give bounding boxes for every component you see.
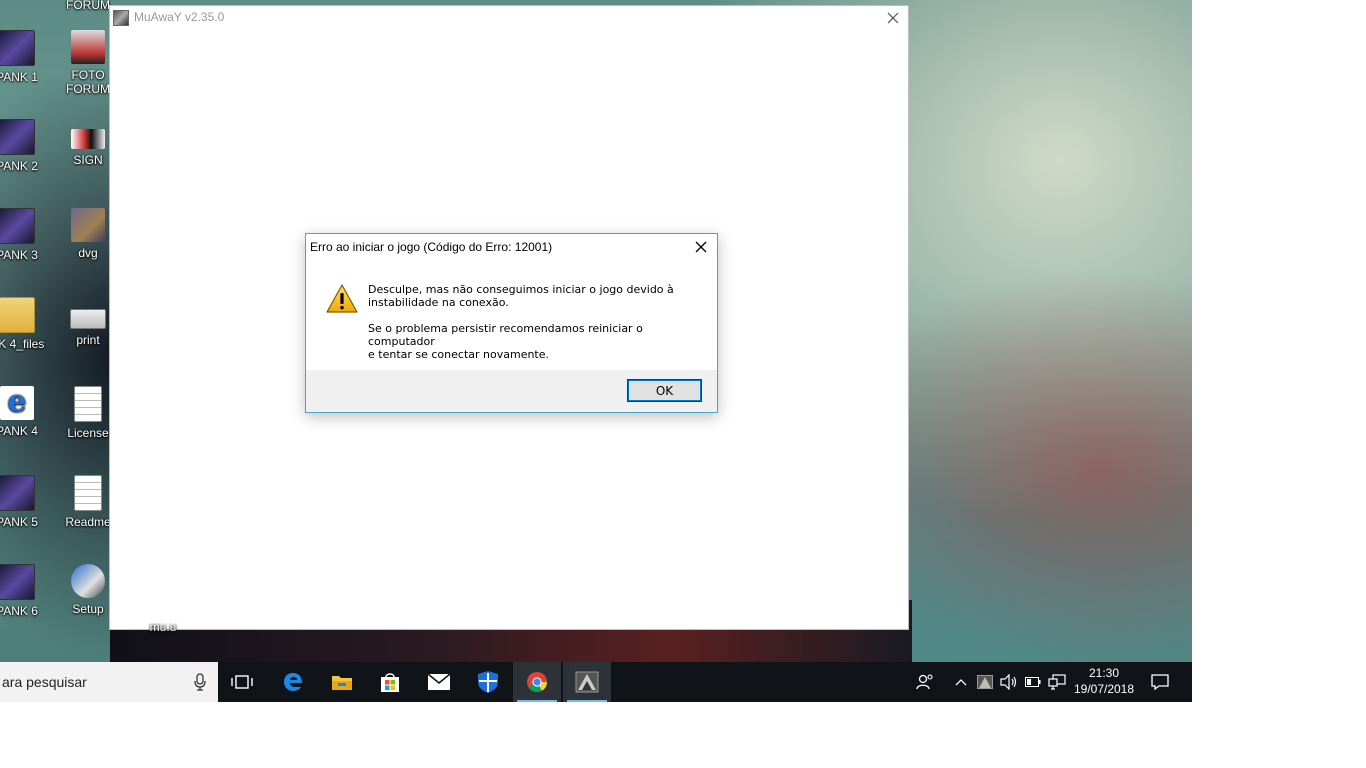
taskbar-chrome-button[interactable] bbox=[513, 662, 561, 702]
setup-installer-icon bbox=[71, 564, 105, 598]
taskbar-edge-button[interactable] bbox=[269, 662, 317, 702]
game-shortcut-icon bbox=[0, 564, 35, 600]
desktop-icon-label: FOTO FORUM bbox=[66, 68, 110, 96]
desktop-icon-label: dvg bbox=[78, 246, 98, 260]
desktop-icon-mu[interactable]: mu.u bbox=[124, 620, 202, 634]
dialog-message-primary: Desculpe, mas não conseguimos iniciar o … bbox=[368, 283, 698, 309]
tray-people-button[interactable] bbox=[910, 662, 940, 702]
text-document-icon bbox=[74, 386, 102, 422]
dialog-body: Desculpe, mas não conseguimos iniciar o … bbox=[306, 260, 717, 370]
desktop-icon-label: Readme bbox=[65, 515, 111, 529]
desktop-icon-label: NK 4_files bbox=[0, 337, 45, 351]
message-line: instabilidade na conexão. bbox=[368, 296, 509, 309]
edge-icon: e bbox=[0, 386, 34, 420]
game-shortcut-icon bbox=[0, 30, 35, 66]
task-view-button[interactable] bbox=[218, 662, 266, 702]
desktop-icon-label: SIGN bbox=[73, 153, 103, 167]
clock-time: 21:30 bbox=[1088, 666, 1120, 680]
taskbar-search-box[interactable]: ara pesquisar bbox=[0, 662, 218, 702]
desktop-icon-label: PANK 2 bbox=[0, 159, 38, 173]
app-logo-icon bbox=[113, 10, 129, 26]
taskbar-defender-button[interactable] bbox=[464, 662, 512, 702]
active-indicator bbox=[567, 700, 607, 702]
store-bag-icon bbox=[381, 673, 399, 692]
desktop-icon-label: print bbox=[76, 333, 100, 347]
message-line: e tentar se conectar novamente. bbox=[368, 348, 550, 361]
desktop-icon-label: PANK 5 bbox=[0, 515, 38, 529]
battery-icon bbox=[1025, 677, 1041, 687]
window-titlebar[interactable]: MuAwaY v2.35.0 bbox=[110, 6, 908, 30]
dialog-titlebar[interactable]: Erro ao iniciar o jogo (Código do Erro: … bbox=[306, 234, 717, 260]
desktop-icon-label: PANK 6 bbox=[0, 604, 38, 618]
desktop-icon-pank2[interactable]: PANK 2 bbox=[0, 119, 56, 173]
desktop-icon-label: PANK 4 bbox=[0, 424, 38, 438]
desktop-icon-pank1[interactable]: PANK 1 bbox=[0, 30, 56, 84]
taskbar-store-button[interactable] bbox=[366, 662, 414, 702]
app-logo-icon bbox=[575, 671, 599, 693]
desktop-icon-label: PANK 1 bbox=[0, 70, 38, 84]
warning-icon bbox=[326, 284, 358, 313]
taskbar-file-explorer-button[interactable] bbox=[318, 662, 366, 702]
desktop-icon-label: FORUM bbox=[66, 0, 110, 12]
desktop-icon-label: License bbox=[67, 426, 109, 440]
error-dialog: Erro ao iniciar o jogo (Código do Erro: … bbox=[305, 233, 718, 413]
dialog-footer: OK bbox=[306, 370, 717, 412]
dialog-title: Erro ao iniciar o jogo (Código do Erro: … bbox=[310, 240, 553, 254]
image-file-icon bbox=[71, 129, 105, 149]
game-shortcut-icon bbox=[0, 208, 35, 244]
search-placeholder: ara pesquisar bbox=[2, 674, 87, 690]
close-icon bbox=[887, 12, 899, 24]
clock-date: 19/07/2018 bbox=[1073, 682, 1135, 696]
desktop-icon-label: Setup bbox=[72, 602, 104, 616]
action-center-button[interactable] bbox=[1140, 662, 1180, 702]
desktop-icon-pank4[interactable]: e PANK 4 bbox=[0, 386, 56, 438]
message-line: Desculpe, mas não conseguimos iniciar o … bbox=[368, 283, 674, 296]
taskbar-mail-button[interactable] bbox=[415, 662, 463, 702]
message-line: Se o problema persistir recomendamos rei… bbox=[368, 322, 643, 348]
people-icon bbox=[916, 674, 933, 690]
desktop-icon-pank3[interactable]: PANK 3 bbox=[0, 208, 56, 262]
tray-battery-button[interactable] bbox=[1022, 662, 1044, 702]
edge-icon bbox=[284, 673, 302, 691]
desktop-icon-label: mu.u bbox=[149, 620, 177, 634]
desktop-icon-files-folder[interactable]: NK 4_files bbox=[0, 297, 56, 351]
taskbar: ara pesquisar 21:30 19/07/2018 bbox=[0, 662, 1192, 702]
dialog-message-secondary: Se o problema persistir recomendamos rei… bbox=[368, 322, 698, 361]
chevron-up-icon bbox=[955, 679, 967, 686]
tray-muaway-icon[interactable] bbox=[974, 662, 996, 702]
task-view-icon bbox=[231, 675, 253, 689]
text-document-icon bbox=[74, 475, 102, 511]
window-title: MuAwaY v2.35.0 bbox=[134, 10, 225, 24]
shield-icon bbox=[478, 671, 498, 693]
image-file-icon bbox=[70, 309, 106, 329]
tray-show-hidden-icons[interactable] bbox=[950, 662, 972, 702]
volume-icon bbox=[1000, 674, 1017, 690]
desktop-icon-label: PANK 3 bbox=[0, 248, 38, 262]
taskbar-muaway-button[interactable] bbox=[563, 662, 611, 702]
ok-button[interactable]: OK bbox=[627, 379, 702, 402]
microphone-icon[interactable] bbox=[194, 673, 206, 691]
tray-volume-button[interactable] bbox=[997, 662, 1021, 702]
close-icon bbox=[695, 241, 707, 253]
game-shortcut-icon bbox=[0, 119, 35, 155]
active-indicator bbox=[517, 700, 557, 702]
image-file-icon bbox=[71, 30, 105, 64]
window-close-button[interactable] bbox=[878, 6, 908, 30]
dialog-close-button[interactable] bbox=[689, 236, 713, 258]
mail-icon bbox=[427, 673, 451, 690]
tray-network-button[interactable] bbox=[1045, 662, 1069, 702]
desktop-icon-pank6[interactable]: PANK 6 bbox=[0, 564, 56, 618]
game-shortcut-icon bbox=[0, 475, 35, 511]
folder-icon bbox=[0, 297, 35, 333]
chrome-icon bbox=[527, 672, 548, 693]
network-icon bbox=[1048, 674, 1066, 690]
desktop-icon-pank5[interactable]: PANK 5 bbox=[0, 475, 56, 529]
folder-icon bbox=[332, 676, 352, 690]
notification-icon bbox=[1151, 674, 1169, 690]
image-file-icon bbox=[71, 208, 105, 242]
app-logo-icon bbox=[977, 675, 993, 689]
taskbar-clock[interactable]: 21:30 19/07/2018 bbox=[1068, 665, 1140, 697]
